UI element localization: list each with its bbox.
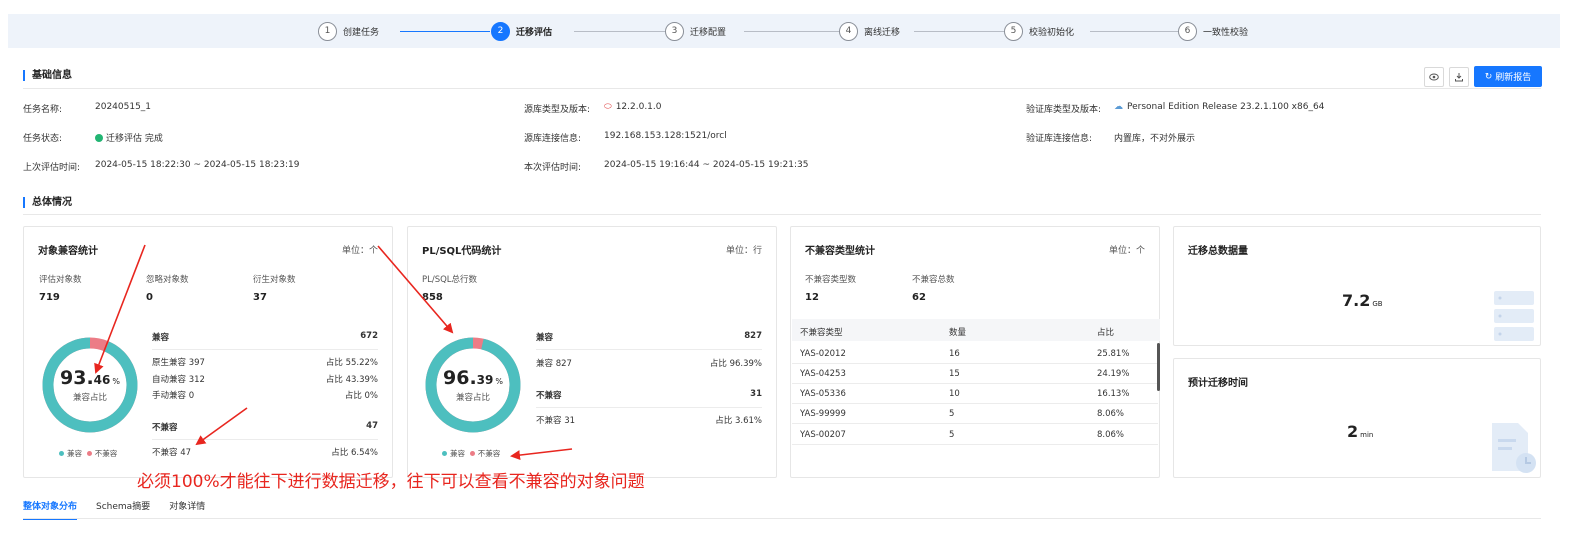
divider [23, 518, 1541, 519]
tab-object-details[interactable]: 对象详情 [169, 499, 205, 520]
arrow-to-donut [94, 244, 146, 374]
annotation-text: 必须100%才能往下进行数据迁移，往下可以查看不兼容的对象问题 [137, 472, 645, 492]
arrow-to-legend [510, 448, 573, 461]
arrow-to-incompat [195, 407, 248, 446]
detail-tabs: 整体对象分布 Schema摘要 对象详情 [23, 499, 224, 520]
tab-overall-distribution[interactable]: 整体对象分布 [23, 499, 78, 520]
tab-schema-summary[interactable]: Schema摘要 [96, 499, 150, 520]
annotation-arrows [94, 244, 573, 461]
arrow-to-plsql-donut [377, 245, 454, 334]
